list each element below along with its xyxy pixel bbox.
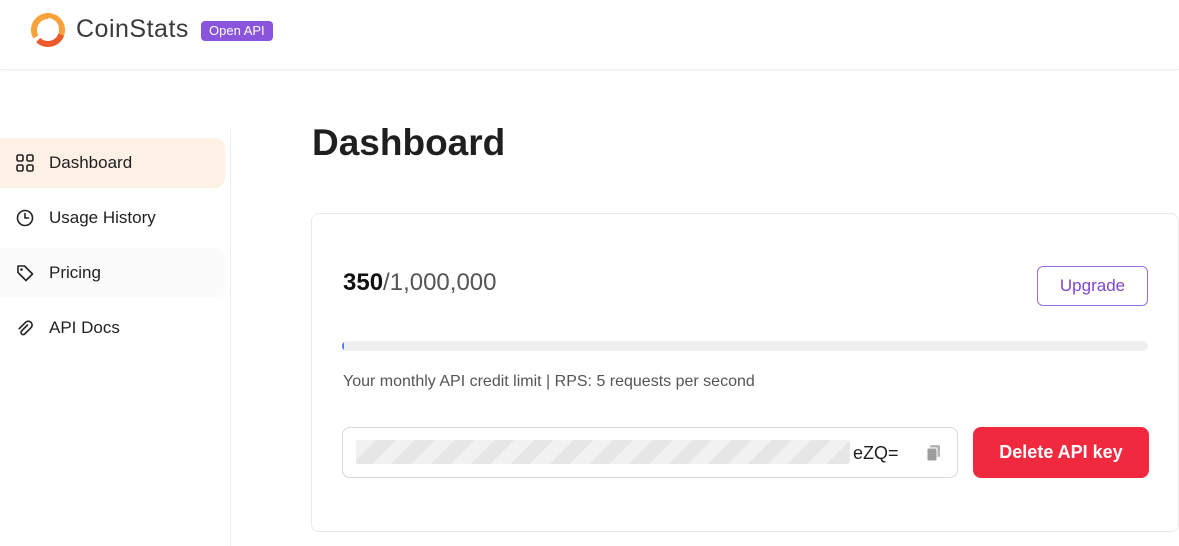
sidebar-item-usage-history[interactable]: Usage History [0,193,225,243]
usage-counter: 350/1,000,000 [343,269,496,297]
sidebar-item-label: API Docs [49,318,120,337]
open-api-badge: Open API [201,21,273,41]
usage-progress-bar [342,341,1148,351]
credit-limit-text: Your monthly API credit limit | RPS: 5 r… [343,373,755,390]
sidebar-item-label: Pricing [49,263,101,282]
sidebar-item-label: Dashboard [49,153,133,172]
coinstats-logo-icon[interactable] [31,13,65,47]
sidebar-item-label: Usage History [49,208,156,227]
usage-used: 350 [343,269,384,296]
brand-name[interactable]: CoinStats [76,15,189,44]
api-key-field[interactable]: eZQ= [342,427,958,478]
sidebar-item-pricing[interactable]: Pricing [0,248,225,298]
page-title: Dashboard [312,122,506,163]
clock-icon [15,208,35,228]
paperclip-icon [15,318,35,338]
sidebar-item-api-docs[interactable]: API Docs [0,303,225,353]
grid-icon [15,153,35,173]
usage-progress-fill [342,341,344,351]
api-key-redaction [356,440,850,464]
sidebar-item-dashboard[interactable]: Dashboard [0,138,225,188]
tag-icon [15,263,35,283]
usage-card: 350/1,000,000 Upgrade Your monthly API c… [311,213,1179,532]
delete-api-key-button[interactable]: Delete API key [973,427,1149,478]
sidebar: Dashboard Usage History Pricing API Docs [0,130,231,546]
copy-icon[interactable] [926,444,942,462]
usage-limit: /1,000,000 [383,269,497,296]
upgrade-button[interactable]: Upgrade [1037,266,1148,306]
api-key-suffix: eZQ= [853,443,899,463]
top-header: CoinStats Open API [0,0,1179,70]
